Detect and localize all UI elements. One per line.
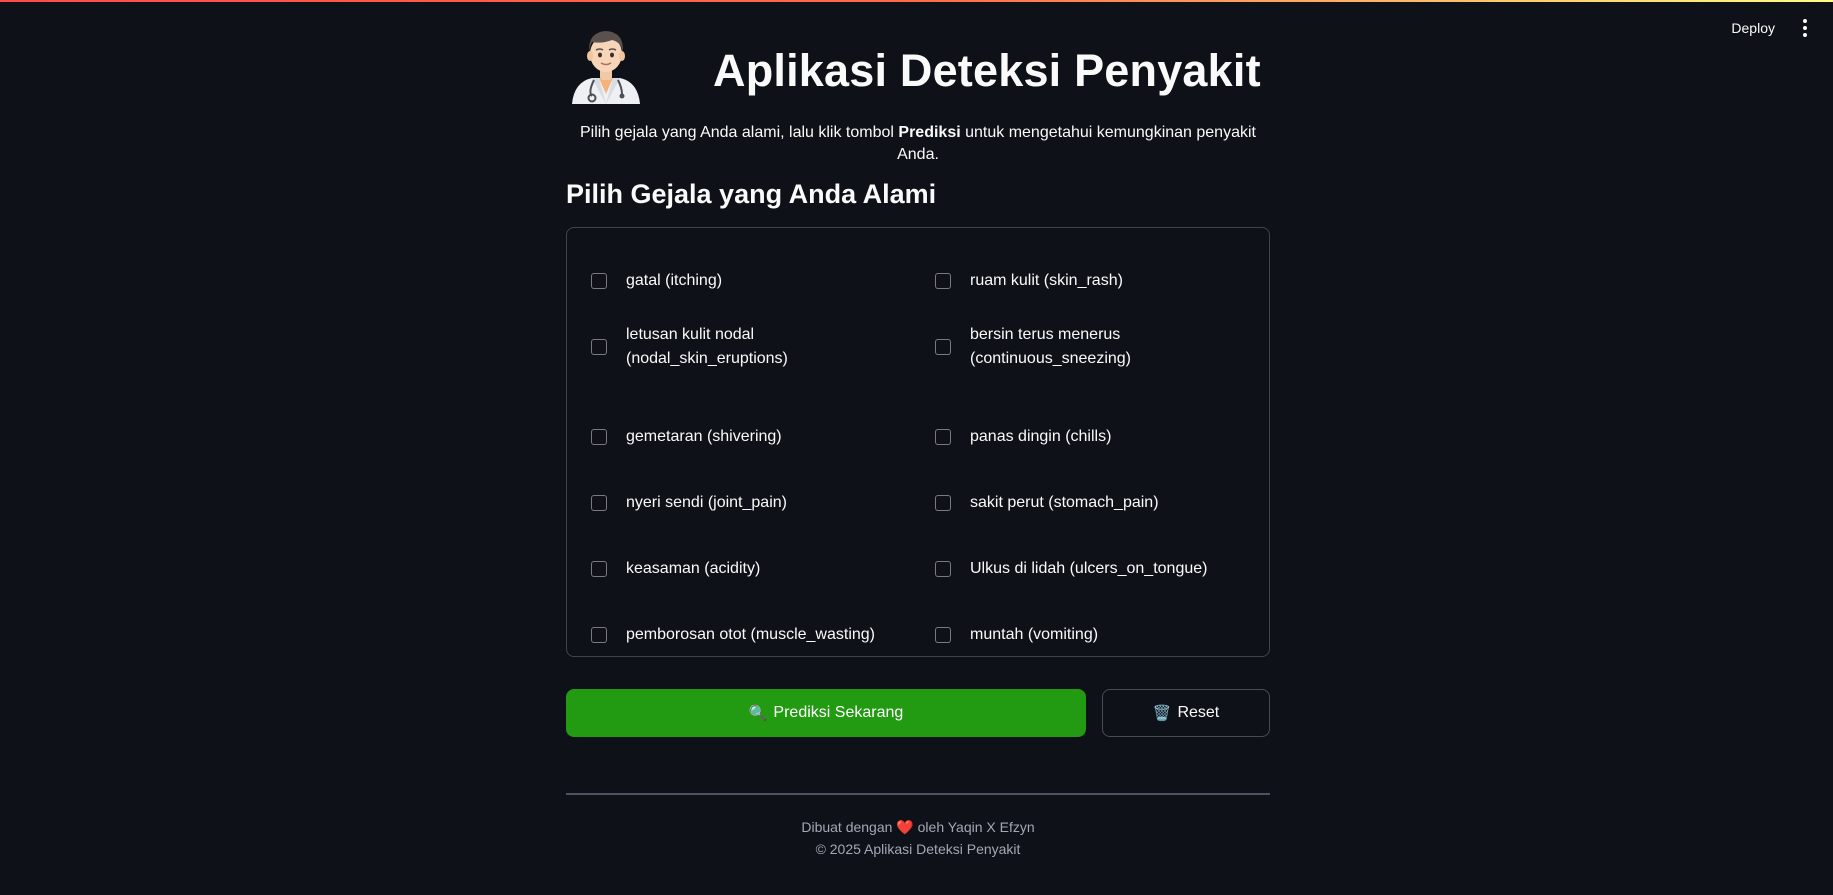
footer-divider — [566, 793, 1270, 795]
symptom-checkbox-shivering[interactable]: gemetaran (shivering) — [591, 425, 901, 449]
footer-credit-end: oleh Yaqin X Efzyn — [913, 819, 1035, 835]
symptom-label: keasaman (acidity) — [626, 560, 761, 577]
reset-button-label: Reset — [1177, 704, 1220, 721]
symptom-label: bersin terus menerus (continuous_sneezin… — [970, 326, 1131, 367]
magnifier-icon: 🔍 — [748, 705, 768, 722]
symptom-label: sakit perut (stomach_pain) — [970, 494, 1159, 511]
footer-credit: Dibuat dengan ❤️ oleh Yaqin X Efzyn — [566, 816, 1270, 838]
checkbox-icon[interactable] — [591, 495, 607, 511]
predict-button[interactable]: 🔍 Prediksi Sekarang — [566, 689, 1086, 737]
top-decoration-bar — [0, 0, 1833, 2]
symptom-label: Ulkus di lidah (ulcers_on_tongue) — [970, 560, 1208, 577]
checkbox-icon[interactable] — [935, 627, 951, 643]
section-title: Pilih Gejala yang Anda Alami — [566, 179, 937, 209]
symptom-checkbox-itching[interactable]: gatal (itching) — [591, 269, 901, 293]
app-title: Aplikasi Deteksi Penyakit — [713, 45, 1261, 96]
trash-icon: 🗑️ — [1152, 705, 1172, 722]
symptom-label: muntah (vomiting) — [970, 626, 1099, 643]
symptom-label: nyeri sendi (joint_pain) — [626, 494, 787, 511]
intro-text-start: Pilih gejala yang Anda alami, lalu klik … — [580, 124, 899, 141]
symptom-label: pemborosan otot (muscle_wasting) — [626, 626, 876, 643]
intro-text: Pilih gejala yang Anda alami, lalu klik … — [566, 122, 1270, 166]
reset-button[interactable]: 🗑️ Reset — [1102, 689, 1270, 737]
checkbox-icon[interactable] — [935, 561, 951, 577]
checkbox-icon[interactable] — [935, 429, 951, 445]
checkbox-icon[interactable] — [935, 495, 951, 511]
symptom-checkbox-chills[interactable]: panas dingin (chills) — [935, 425, 1245, 449]
checkbox-icon[interactable] — [591, 273, 607, 289]
doctor-avatar-icon — [572, 31, 640, 104]
symptom-label: letusan kulit nodal (nodal_skin_eruption… — [626, 326, 788, 367]
checkbox-icon[interactable] — [591, 429, 607, 445]
checkbox-icon[interactable] — [591, 561, 607, 577]
app-header: Aplikasi Deteksi Penyakit — [566, 22, 1270, 104]
symptom-checklist: gatal (itching) ruam kulit (skin_rash) l… — [566, 227, 1270, 657]
symptom-checkbox-continuous-sneezing[interactable]: bersin terus menerus (continuous_sneezin… — [935, 323, 1131, 371]
heart-icon: ❤️ — [896, 819, 914, 835]
symptom-checkbox-muscle-wasting[interactable]: pemborosan otot (muscle_wasting) — [591, 623, 901, 647]
footer-copyright: © 2025 Aplikasi Deteksi Penyakit — [815, 841, 1021, 857]
symptom-checkbox-joint-pain[interactable]: nyeri sendi (joint_pain) — [591, 491, 901, 515]
symptom-checkbox-skin-rash[interactable]: ruam kulit (skin_rash) — [935, 269, 1245, 293]
intro-text-bold: Prediksi — [898, 124, 961, 141]
symptom-checkbox-nodal-skin-eruptions[interactable]: letusan kulit nodal (nodal_skin_eruption… — [591, 323, 788, 371]
symptom-checkbox-ulcers-on-tongue[interactable]: Ulkus di lidah (ulcers_on_tongue) — [935, 557, 1245, 581]
footer-credit-start: Dibuat dengan — [801, 819, 897, 835]
symptom-label: panas dingin (chills) — [970, 428, 1112, 445]
symptom-checkbox-stomach-pain[interactable]: sakit perut (stomach_pain) — [935, 491, 1245, 515]
predict-button-label: Prediksi Sekarang — [773, 704, 904, 721]
symptom-checkbox-vomiting[interactable]: muntah (vomiting) — [935, 623, 1245, 647]
deploy-button[interactable]: Deploy — [1731, 20, 1775, 36]
symptom-checkbox-acidity[interactable]: keasaman (acidity) — [591, 557, 901, 581]
app-toolbar: Deploy — [1731, 18, 1813, 38]
checkbox-icon[interactable] — [591, 627, 607, 643]
checkbox-icon[interactable] — [935, 339, 951, 355]
checkbox-icon[interactable] — [935, 273, 951, 289]
symptom-label: gemetaran (shivering) — [626, 428, 782, 445]
symptom-label: gatal (itching) — [626, 272, 723, 289]
footer: Dibuat dengan ❤️ oleh Yaqin X Efzyn © 20… — [566, 816, 1270, 860]
checkbox-icon[interactable] — [591, 339, 607, 355]
kebab-menu-icon[interactable] — [1797, 18, 1813, 38]
symptom-label: ruam kulit (skin_rash) — [970, 272, 1123, 289]
